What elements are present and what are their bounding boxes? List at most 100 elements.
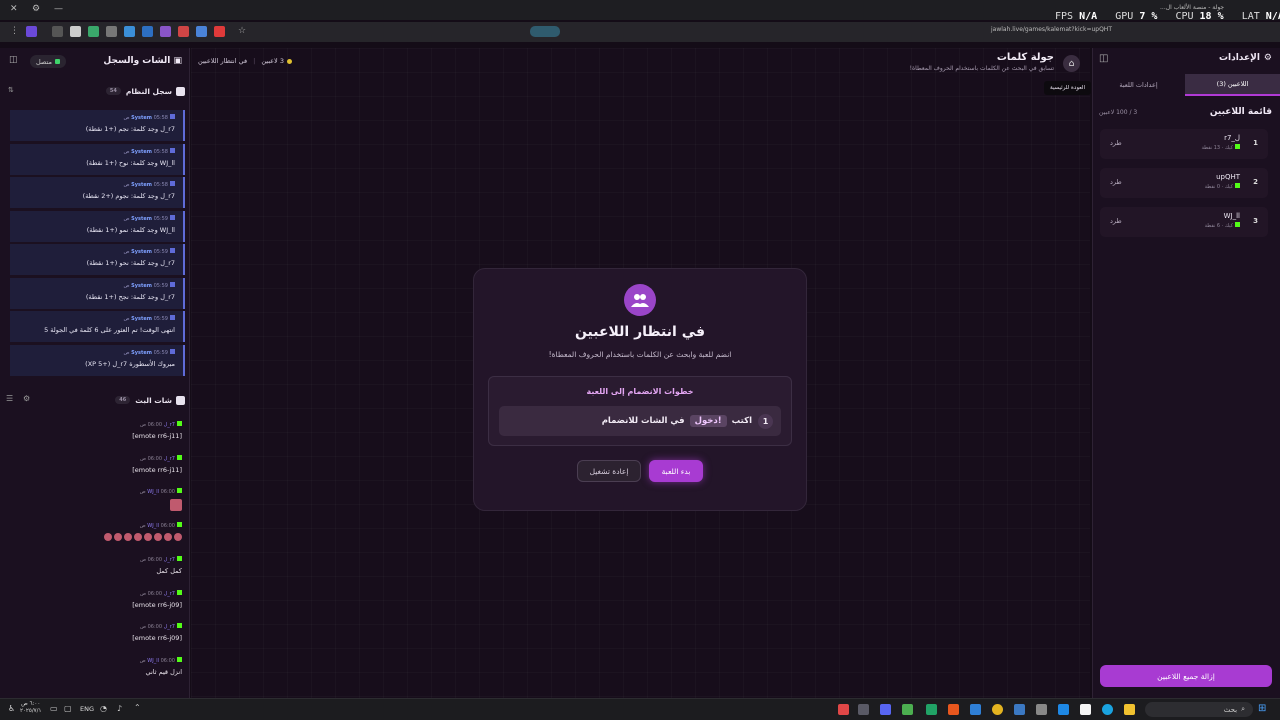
file-explorer-icon[interactable]: [1124, 704, 1135, 715]
app-icon[interactable]: [902, 704, 913, 715]
player-rank: 2: [1253, 178, 1258, 186]
restart-button[interactable]: إعادة تشغيل: [577, 460, 641, 482]
extension-icon[interactable]: [178, 26, 189, 37]
browser-tab-title[interactable]: جولة - منصة الألعاب ال...: [1160, 4, 1224, 11]
extension-icon[interactable]: [196, 26, 207, 37]
extension-icon[interactable]: [52, 26, 63, 37]
chat-username[interactable]: r7_ل: [164, 557, 175, 563]
chat-username[interactable]: r7_ل: [164, 591, 175, 597]
start-game-button[interactable]: بدء اللعبة: [649, 460, 703, 482]
windows-start-icon[interactable]: ⊞: [1258, 703, 1266, 714]
chat-username[interactable]: WJ_ll: [147, 658, 159, 664]
connection-status-badge: متصل: [30, 55, 67, 68]
log-text: WJ_ll وجد كلمة: نوح (+1 نقطة): [86, 158, 175, 167]
minimize-icon[interactable]: —: [54, 4, 63, 14]
extension-icon[interactable]: [106, 26, 117, 37]
chat-bubble-icon: [176, 395, 185, 405]
extension-icon[interactable]: [88, 26, 99, 37]
remove-all-players-button[interactable]: إزالة جميع اللاعبين: [1100, 665, 1272, 687]
chat-count-badge: 46: [115, 396, 131, 404]
tab-players[interactable]: اللاعبين (3): [1185, 74, 1280, 96]
extension-icon[interactable]: [142, 26, 153, 37]
display-icon[interactable]: ▢: [64, 704, 72, 713]
tray-chevron-icon[interactable]: ⌃: [134, 703, 141, 712]
chat-text: [emote rr6-j11]: [132, 432, 182, 440]
kick-player-button[interactable]: طرد: [1110, 178, 1122, 186]
log-text: مبروك الأسطورة r7_ل (+5 XP): [85, 359, 175, 368]
app-icon[interactable]: [948, 704, 959, 715]
log-icon: [176, 86, 185, 96]
chat-username[interactable]: WJ_ll: [147, 523, 159, 529]
edge-icon[interactable]: [1102, 704, 1113, 715]
system-log-header[interactable]: سجل النظام 54: [8, 83, 185, 99]
app-icon[interactable]: [1058, 704, 1069, 715]
home-tooltip: العودة للرئيسية: [1044, 81, 1092, 95]
clear-log-icon[interactable]: ⇅: [8, 86, 14, 94]
address-bar[interactable]: jawlah.live/games/kalemat?kick=upQHT: [991, 26, 1112, 33]
log-text: r7_ل وجد كلمة: نجم (+1 نقطة): [85, 125, 175, 133]
collapse-settings-icon[interactable]: ◫: [1099, 53, 1108, 64]
kick-player-button[interactable]: طرد: [1110, 139, 1122, 147]
players-dot-icon: [286, 58, 292, 64]
taskbar-search[interactable]: ⌕ بحث: [1145, 702, 1253, 717]
settings-icon[interactable]: ⚙: [32, 4, 40, 14]
system-log-entry: System 05:59 ص r7_ل وجد كلمة: نجح (+1 نقط…: [10, 277, 185, 309]
wifi-icon[interactable]: ◔: [100, 704, 107, 713]
kick-player-button[interactable]: طرد: [1110, 217, 1122, 225]
log-entry-meta: System 05:58 ص: [16, 114, 175, 121]
extension-icon[interactable]: [70, 26, 81, 37]
chat-icon[interactable]: ▭: [50, 704, 58, 713]
menu-icon[interactable]: ⋮: [10, 26, 21, 37]
collapse-panel-icon[interactable]: ◫: [9, 55, 18, 65]
microphone-icon[interactable]: ♪: [117, 704, 122, 713]
discord-icon[interactable]: [880, 704, 891, 715]
kick-icon: [177, 555, 182, 561]
extension-icon[interactable]: [124, 26, 135, 37]
app-icon[interactable]: [858, 704, 869, 715]
os-taskbar: ♿ ٦:٠٠ ص ٢٠٢٥/٧/١ ▭ ▢ ENG ◔ ♪ ⌃ ⌕ بحث ⊞: [0, 698, 1280, 720]
player-name: r7_ل: [1224, 134, 1240, 142]
chat-emote-row: [4, 533, 182, 542]
chat-message: r7_ل 06:00 ص [emote rr6-j11]: [4, 421, 182, 440]
app-icon[interactable]: [1036, 704, 1047, 715]
tab-game-settings[interactable]: إعدادات اللعبة: [1092, 74, 1185, 96]
system-icon: [170, 315, 175, 320]
system-icon: [170, 114, 175, 119]
extension-icon[interactable]: [214, 26, 225, 37]
chat-username[interactable]: r7_ل: [164, 624, 175, 630]
chat-username[interactable]: r7_ل: [164, 456, 175, 462]
chat-list-icon[interactable]: ☰: [6, 394, 13, 403]
performance-overlay: FPS N/A GPU 7 % CPU 18 % LAT N/A: [1055, 11, 1280, 22]
chrome-icon[interactable]: [992, 704, 1003, 715]
app-icon[interactable]: [1014, 704, 1025, 715]
chat-username[interactable]: WJ_ll: [147, 489, 159, 495]
step-number: 1: [758, 413, 773, 429]
log-sender: System: [131, 182, 152, 188]
home-icon: ⌂: [1068, 58, 1075, 69]
app-icon[interactable]: [926, 704, 937, 715]
live-chat-header[interactable]: شات البث 46: [8, 392, 185, 408]
chat-settings-icon[interactable]: ⚙: [23, 394, 30, 403]
log-sender: System: [131, 316, 152, 322]
home-button[interactable]: ⌂: [1063, 55, 1080, 72]
close-window-icon[interactable]: ✕: [10, 4, 18, 14]
bookmark-star-icon[interactable]: ☆: [238, 26, 249, 37]
chat-text: انزل قيم ثاني: [145, 667, 182, 676]
extension-icon[interactable]: [160, 26, 171, 37]
app-icon[interactable]: [1080, 704, 1091, 715]
chat-log-title: ▣ الشات والسجل: [103, 56, 182, 66]
vscode-icon[interactable]: [970, 704, 981, 715]
kick-icon: [177, 589, 182, 595]
clock[interactable]: ٦:٠٠ ص ٢٠٢٥/٧/١: [20, 701, 41, 715]
kick-icon: [177, 522, 182, 528]
accessibility-icon[interactable]: ♿: [8, 704, 15, 713]
language-indicator[interactable]: ENG: [80, 705, 94, 713]
chat-message: WJ_ll 06:00 ص: [4, 522, 182, 542]
step-prefix: اكتب: [731, 416, 752, 426]
chat-username[interactable]: r7_ل: [164, 422, 175, 428]
extension-icon[interactable]: [26, 26, 37, 37]
kick-icon: [177, 421, 182, 426]
app-icon[interactable]: [838, 704, 849, 715]
log-text: r7_ل وجد كلمة: نحو (+1 نقطة): [86, 259, 175, 267]
card-title: في انتظار اللاعبين: [574, 324, 706, 340]
